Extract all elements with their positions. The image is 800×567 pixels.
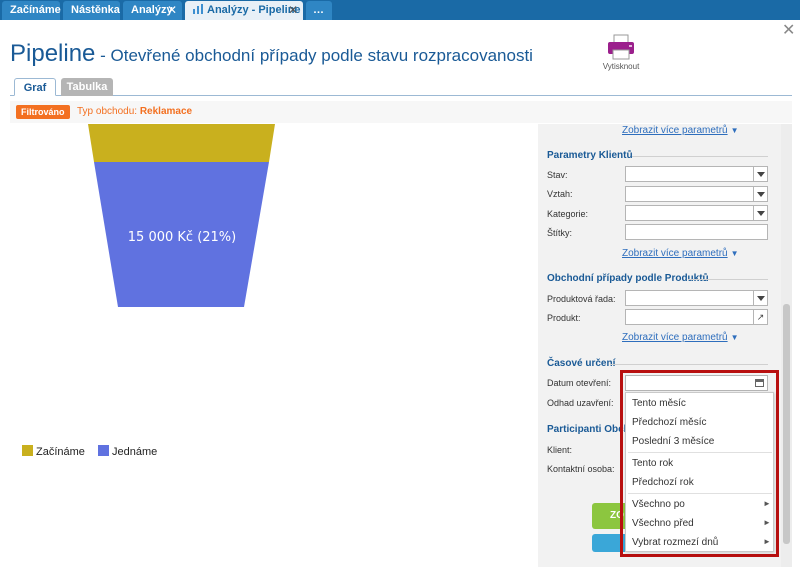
- page-title-main: Pipeline: [10, 40, 96, 67]
- tab-label: Nástěnka: [71, 4, 120, 16]
- field-label: Kategorie:: [547, 209, 589, 219]
- section-divider: [610, 364, 768, 365]
- stitky-input[interactable]: [625, 224, 768, 240]
- bar-chart-icon: [193, 4, 203, 15]
- menu-separator: [628, 493, 772, 494]
- tab-label: Začínáme: [10, 4, 61, 16]
- date-preset-menu: Tento měsíc Předchozí měsíc Poslední 3 m…: [625, 392, 774, 552]
- close-icon[interactable]: ✕: [167, 1, 177, 20]
- menu-item[interactable]: Tento rok: [632, 458, 673, 469]
- tab-graf[interactable]: Graf: [14, 78, 56, 96]
- chevron-down-icon[interactable]: [753, 167, 767, 181]
- legend-label: Jednáme: [111, 446, 158, 458]
- produkt-picker[interactable]: ↗: [625, 309, 768, 325]
- funnel-segment-zaciname[interactable]: [88, 124, 275, 162]
- funnel-data-label: 15 000 Kč (21%): [128, 230, 236, 245]
- page-title-sub: - Otevřené obchodní případy podle stavu …: [95, 46, 533, 65]
- legend-swatch: [97, 445, 109, 456]
- field-label: Štítky:: [547, 228, 573, 238]
- tab-analyzy[interactable]: Analýzy ✕: [123, 1, 182, 20]
- menu-item[interactable]: Poslední 3 měsíce: [632, 436, 714, 447]
- funnel-chart: 15 000 Kč (21%) Začínáme Jednáme: [0, 124, 540, 567]
- chevron-down-icon: ▼: [730, 249, 739, 258]
- section-title: Parametry Klientů: [547, 150, 633, 161]
- section-title: Obchodní případy podle Produktů: [547, 273, 709, 284]
- field-label: Klient:: [547, 445, 573, 455]
- produktova-rada-select[interactable]: [625, 290, 768, 306]
- picker-icon[interactable]: ↗: [753, 310, 767, 324]
- tab-more[interactable]: …: [306, 1, 332, 20]
- kategorie-select[interactable]: [625, 205, 768, 221]
- field-label: Stav:: [547, 170, 568, 180]
- section-title: Časové určení: [547, 358, 616, 369]
- print-button[interactable]: Vytisknout: [600, 34, 642, 71]
- menu-item-submenu[interactable]: Všechno před ►: [632, 518, 772, 529]
- page-title: Pipeline - Otevřené obchodní případy pod…: [10, 40, 533, 68]
- top-tab-bar: Začínáme Nástěnka Analýzy ✕ Analýzy - Pip…: [0, 0, 800, 20]
- section-divider: [632, 156, 768, 157]
- filter-label: Typ obchodu:: [77, 106, 138, 117]
- menu-item-submenu[interactable]: Vybrat rozmezí dnů ►: [632, 537, 772, 548]
- legend-swatch: [22, 445, 33, 456]
- menu-item-submenu[interactable]: Všechno po ►: [632, 499, 772, 510]
- field-label: Odhad uzavření:: [547, 398, 614, 408]
- chevron-down-icon: ▼: [730, 126, 739, 135]
- link-label: Zobrazit více parametrů: [622, 332, 728, 343]
- chevron-down-icon[interactable]: [753, 291, 767, 305]
- close-icon[interactable]: ✕: [782, 20, 795, 40]
- printer-icon: [608, 34, 634, 60]
- view-tabs: Graf Tabulka: [10, 78, 792, 96]
- section-divider: [688, 279, 768, 280]
- close-icon[interactable]: ✕: [288, 1, 298, 20]
- funnel-svg: 15 000 Kč (21%): [88, 124, 275, 307]
- chevron-down-icon[interactable]: [753, 187, 767, 201]
- show-more-params-link[interactable]: Zobrazit více parametrů ▼: [622, 332, 739, 343]
- tab-nastenka[interactable]: Nástěnka: [63, 1, 120, 20]
- more-icon: …: [313, 4, 324, 16]
- link-label: Zobrazit více parametrů: [622, 125, 728, 136]
- tab-label: Analýzy - Pipeline: [207, 4, 301, 16]
- legend-item: Jednáme: [97, 445, 158, 458]
- filter-value: Reklamace: [139, 106, 193, 117]
- field-label: Kontaktní osoba:: [547, 464, 615, 474]
- show-more-params-link[interactable]: Zobrazit více parametrů ▼: [622, 248, 739, 259]
- tab-zaciname[interactable]: Začínáme: [2, 1, 61, 20]
- menu-item[interactable]: Předchozí rok: [632, 477, 694, 488]
- menu-separator: [628, 452, 772, 453]
- menu-item-label: Všechno po: [632, 499, 685, 510]
- print-label: Vytisknout: [602, 62, 640, 71]
- tab-tabulka[interactable]: Tabulka: [61, 78, 113, 96]
- legend-label: Začínáme: [36, 446, 85, 458]
- menu-item[interactable]: Tento měsíc: [632, 398, 686, 409]
- field-label: Produkt:: [547, 313, 581, 323]
- filter-badge: Filtrováno: [16, 105, 70, 119]
- chevron-down-icon[interactable]: [753, 206, 767, 220]
- link-label: Zobrazit více parametrů: [622, 248, 728, 259]
- chevron-down-icon: ▼: [730, 333, 739, 342]
- chart-legend: Začínáme Jednáme: [22, 445, 167, 458]
- tab-analyzy-pipeline[interactable]: Analýzy - Pipeline ✕: [185, 1, 303, 20]
- filter-text: Typ obchodu: Reklamace: [77, 106, 192, 117]
- scrollbar-thumb[interactable]: [783, 304, 790, 544]
- field-label: Datum otevření:: [547, 378, 612, 388]
- vztah-select[interactable]: [625, 186, 768, 202]
- chevron-right-icon: ►: [763, 499, 771, 508]
- show-more-params-link[interactable]: Zobrazit více parametrů ▼: [622, 125, 739, 136]
- stav-select[interactable]: [625, 166, 768, 182]
- panel-scrollbar[interactable]: [781, 124, 792, 567]
- legend-item: Začínáme: [22, 445, 85, 458]
- chevron-right-icon: ►: [763, 537, 771, 546]
- filter-bar: Filtrováno Typ obchodu: Reklamace: [10, 101, 792, 123]
- app-window: Začínáme Nástěnka Analýzy ✕ Analýzy - Pip…: [0, 0, 800, 567]
- menu-item[interactable]: Předchozí měsíc: [632, 417, 706, 428]
- chevron-right-icon: ►: [763, 518, 771, 527]
- menu-item-label: Všechno před: [632, 518, 694, 529]
- field-label: Vztah:: [547, 189, 573, 199]
- field-label: Produktová řada:: [547, 294, 616, 304]
- menu-item-label: Vybrat rozmezí dnů: [632, 537, 719, 548]
